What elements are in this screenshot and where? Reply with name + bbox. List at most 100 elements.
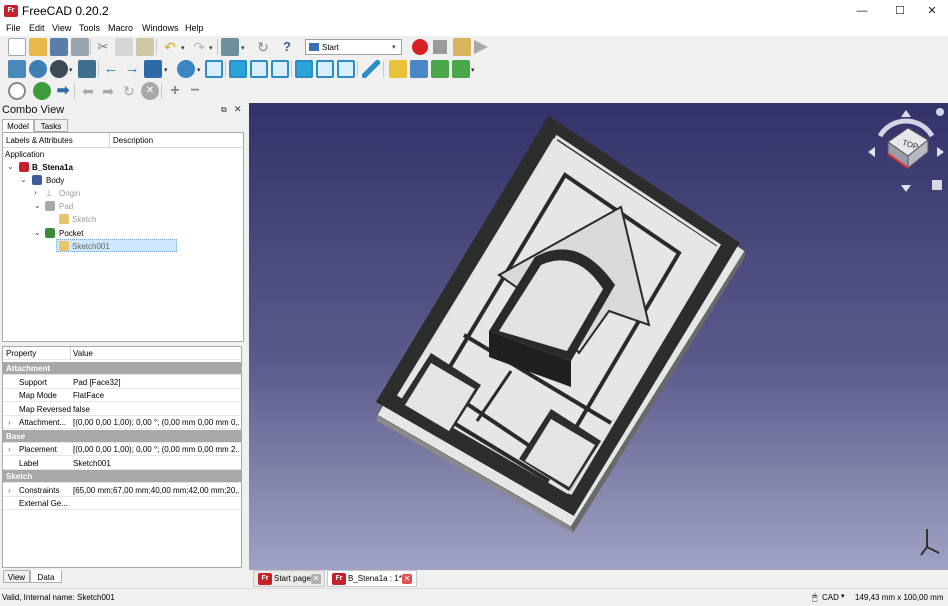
minimize-button[interactable]: — [846,0,878,22]
forward-arrow-icon[interactable]: → [123,60,141,78]
chevron-down-icon[interactable]: ⌄ [34,201,41,210]
std-views-dropdown-icon[interactable]: ▾ [164,66,168,74]
property-row[interactable]: › Placement [(0,00 0,00 1,00); 0,00 °; (… [3,443,241,457]
group-base[interactable]: Base [3,429,241,443]
navigation-style[interactable]: CAD [822,593,839,602]
chevron-right-icon[interactable]: › [8,418,11,427]
group-attachment[interactable]: Attachment [3,362,241,376]
undo-dropdown-icon[interactable]: ▾ [181,44,185,52]
tree-item-body[interactable]: Body [46,176,64,185]
fit-all-icon[interactable] [8,60,26,78]
refresh-tree-icon[interactable] [221,38,239,56]
std-views-icon[interactable] [144,60,162,78]
property-value[interactable]: FlatFace [73,391,239,400]
property-row[interactable]: Map Reversed false [3,403,241,416]
undock-icon[interactable]: ⧉ [221,105,227,115]
property-value[interactable]: [(0,00 0,00 1,00); 0,00 °; (0,00 mm 0,00… [73,445,239,454]
property-row[interactable]: Map Mode FlatFace [3,389,241,403]
close-button[interactable]: ✕ [916,0,948,22]
zoom-out-icon[interactable]: − [186,82,204,100]
value-column-header[interactable]: Value [73,349,239,358]
menu-edit[interactable]: Edit [29,23,45,33]
chevron-right-icon[interactable]: › [34,188,37,197]
chevron-down-icon[interactable]: ⌄ [34,228,41,237]
tab-tasks[interactable]: Tasks [34,119,68,132]
redo-icon[interactable]: ↷ [190,38,208,56]
copy-icon[interactable] [115,38,133,56]
tree-item-pocket[interactable]: Pocket [59,229,83,238]
create-part-icon[interactable] [389,60,407,78]
doc-tab-start-page[interactable]: Fr Start page ✕ [253,570,325,587]
menu-file[interactable]: File [6,23,21,33]
menu-help[interactable]: Help [185,23,204,33]
property-column-header[interactable]: Property [6,349,36,358]
tree-header-labels[interactable]: Labels & Attributes [6,136,73,145]
menu-tools[interactable]: Tools [79,23,100,33]
property-row[interactable]: Support Pad [Face32] [3,376,241,389]
3d-viewport[interactable]: TOP [249,103,948,570]
view-left-icon[interactable] [337,60,355,78]
fit-selection-icon[interactable] [29,60,47,78]
undo-icon[interactable]: ↶ [161,38,179,56]
menu-windows[interactable]: Windows [142,23,179,33]
stop-loading-icon[interactable]: ✕ [141,82,159,100]
tab-model[interactable]: Model [2,119,34,132]
tree-item-document[interactable]: B_Stena1a [32,163,73,172]
link-actions-dropdown-icon[interactable]: ▾ [471,66,475,74]
chevron-down-icon[interactable]: ▾ [841,592,845,600]
map-sketch-arrow-icon[interactable]: ➡ [54,82,72,100]
link-actions-icon[interactable] [452,60,470,78]
recompute-icon[interactable]: ↻ [254,38,272,56]
measure-distance-icon[interactable] [362,60,380,78]
chevron-right-icon[interactable]: › [8,445,11,454]
new-document-icon[interactable] [8,38,26,56]
whats-this-icon[interactable]: ? [278,38,296,56]
view-rear-icon[interactable] [295,60,313,78]
property-value[interactable]: [65,00 mm;67,00 mm;40,00 mm;42,00 mm;20,… [73,486,239,495]
zoom-icon[interactable] [177,60,195,78]
property-row[interactable]: External Ge... [3,497,241,511]
menu-macro[interactable]: Macro [108,23,133,33]
property-value[interactable]: Sketch001 [73,459,239,468]
create-group-icon[interactable] [410,60,428,78]
property-row[interactable]: › Constraints [65,00 mm;67,00 mm;40,00 m… [3,484,241,497]
property-value[interactable]: false [73,405,239,414]
chevron-down-icon[interactable]: ⌄ [20,175,27,184]
back-arrow-icon[interactable]: ← [102,60,120,78]
tree-item-sketch[interactable]: Sketch [72,215,96,224]
previous-icon[interactable]: ⬅ [79,82,97,100]
property-row[interactable]: Label Sketch001 [3,457,241,470]
paste-icon[interactable] [136,38,154,56]
menu-view[interactable]: View [52,23,71,33]
property-value[interactable]: Pad [Face32] [73,378,239,387]
view-top-icon[interactable] [250,60,268,78]
property-value[interactable]: [(0,00 0,00 1,00); 0,00 °; (0,00 mm 0,00… [73,418,239,427]
chevron-down-icon[interactable]: ⌄ [7,162,14,171]
bounding-box-icon[interactable] [78,60,96,78]
maximize-button[interactable]: ☐ [884,0,916,22]
tab-data[interactable]: Data [30,570,62,583]
save-icon[interactable] [50,38,68,56]
view-front-icon[interactable] [229,60,247,78]
zoom-dropdown-icon[interactable]: ▾ [197,66,201,74]
tab-view[interactable]: View [3,570,30,583]
attach-sketch-icon[interactable] [8,82,26,100]
view-isometric-icon[interactable] [205,60,223,78]
make-link-icon[interactable] [431,60,449,78]
stop-macro-icon[interactable] [433,40,447,54]
redo-dropdown-icon[interactable]: ▾ [209,44,213,52]
draw-style-dropdown-icon[interactable]: ▾ [69,66,73,74]
run-macro-icon[interactable] [474,40,488,54]
doc-tab-b-stena1a[interactable]: Fr B_Stena1a : 1* ✕ [327,570,417,587]
view-right-icon[interactable] [271,60,289,78]
tab-close-icon[interactable]: ✕ [402,574,412,584]
reload-icon[interactable]: ↻ [120,82,138,100]
navigation-cube[interactable]: TOP [866,106,946,198]
tree-item-sketch001[interactable]: Sketch001 [72,242,110,251]
tree-item-pad[interactable]: Pad [59,202,73,211]
cut-icon[interactable]: ✂ [94,38,112,56]
draw-style-icon[interactable] [50,60,68,78]
edit-macro-icon[interactable] [453,38,471,56]
open-document-icon[interactable] [29,38,47,56]
chevron-right-icon[interactable]: › [8,486,11,495]
